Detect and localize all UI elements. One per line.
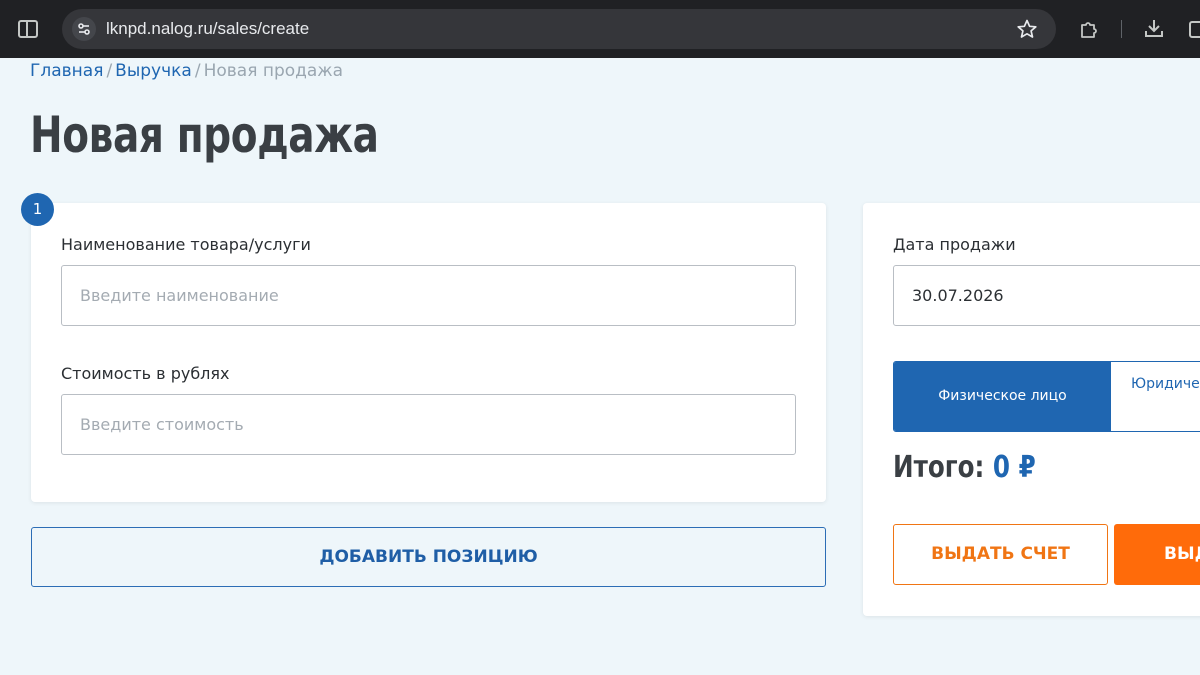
address-bar[interactable]: lknpd.nalog.ru/sales/create <box>62 9 1056 49</box>
site-settings-icon[interactable] <box>72 17 96 41</box>
sidebar-icon[interactable] <box>16 18 40 40</box>
item-price-input[interactable] <box>61 394 796 455</box>
total-amount: Итого: 0 ₽ <box>893 450 1036 485</box>
breadcrumb: Главная / Выручка / Новая продажа <box>30 61 343 81</box>
breadcrumb-current: Новая продажа <box>203 61 344 81</box>
total-label: Итого: <box>893 450 985 485</box>
extensions-icon[interactable] <box>1077 17 1101 41</box>
add-position-button[interactable]: ДОБАВИТЬ ПОЗИЦИЮ <box>31 527 826 587</box>
buyer-type-legal-entity-tab[interactable]: Юридиче <box>1131 376 1200 392</box>
page-title: Новая продажа <box>30 106 379 164</box>
item-name-label: Наименование товара/услуги <box>61 235 311 254</box>
position-number-badge: 1 <box>21 193 54 226</box>
breadcrumb-home-link[interactable]: Главная <box>30 61 103 81</box>
download-icon[interactable] <box>1142 16 1166 40</box>
item-price-label: Стоимость в рублях <box>61 364 230 383</box>
url-text[interactable]: lknpd.nalog.ru/sales/create <box>106 19 309 39</box>
sale-date-label: Дата продажи <box>893 235 1016 254</box>
sale-date-input[interactable] <box>893 265 1200 326</box>
bookmark-star-icon[interactable] <box>1016 18 1038 40</box>
issue-invoice-button[interactable]: ВЫДАТЬ СЧЕТ <box>893 524 1108 585</box>
buyer-type-individual-tab[interactable]: Физическое лицо <box>894 362 1111 431</box>
breadcrumb-separator: / <box>194 61 201 81</box>
issue-receipt-button[interactable]: ВЫД <box>1114 524 1200 585</box>
browser-toolbar: lknpd.nalog.ru/sales/create <box>0 0 1200 58</box>
breadcrumb-separator: / <box>106 61 113 81</box>
toolbar-divider <box>1121 20 1122 38</box>
item-name-input[interactable] <box>61 265 796 326</box>
total-value: 0 ₽ <box>992 450 1036 485</box>
buyer-type-toggle: Физическое лицо Юридиче <box>893 361 1200 432</box>
menu-icon[interactable] <box>1186 18 1200 40</box>
breadcrumb-revenue-link[interactable]: Выручка <box>115 61 192 81</box>
